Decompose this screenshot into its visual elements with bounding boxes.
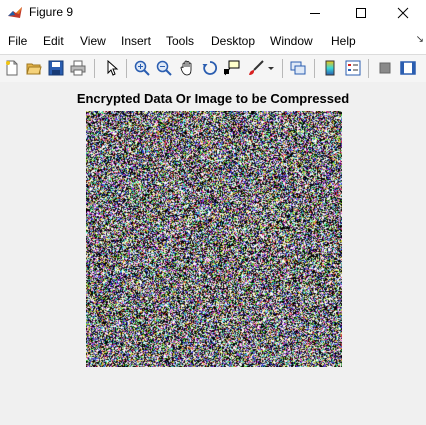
toolbar-separator xyxy=(126,59,127,78)
zoom-in-icon xyxy=(134,60,150,76)
edit-plot-button[interactable] xyxy=(101,58,121,78)
legend-button[interactable] xyxy=(343,58,363,78)
brush-dropdown-button[interactable] xyxy=(266,58,276,78)
toolbar-separator xyxy=(368,59,369,78)
minimize-button[interactable] xyxy=(292,0,338,26)
menu-view[interactable]: View xyxy=(80,34,106,48)
menu-file[interactable]: File xyxy=(8,34,27,48)
new-figure-icon xyxy=(6,60,18,76)
colorbar-icon xyxy=(325,60,335,76)
colorbar-button[interactable] xyxy=(320,58,340,78)
menu-window[interactable]: Window xyxy=(270,34,313,48)
show-plot-tools-icon xyxy=(400,61,416,75)
brush-icon xyxy=(249,60,264,75)
close-icon xyxy=(397,7,409,19)
pan-hand-icon xyxy=(180,60,192,76)
matlab-logo-icon xyxy=(7,5,23,21)
rotate-3d-button[interactable] xyxy=(200,58,220,78)
toolbar-separator xyxy=(282,59,283,78)
encrypted-noise-image[interactable] xyxy=(86,111,342,367)
save-icon xyxy=(48,60,64,76)
menu-bar: File Edit View Insert Tools Desktop Wind… xyxy=(0,26,426,54)
link-plot-icon xyxy=(290,61,306,75)
menu-edit[interactable]: Edit xyxy=(43,34,64,48)
legend-icon xyxy=(345,60,361,76)
pan-button[interactable] xyxy=(177,58,197,78)
rotate-3d-icon xyxy=(202,61,218,75)
menu-insert[interactable]: Insert xyxy=(121,34,151,48)
maximize-icon xyxy=(356,8,366,18)
zoom-out-button[interactable] xyxy=(154,58,174,78)
menu-tools[interactable]: Tools xyxy=(166,34,194,48)
window-title: Figure 9 xyxy=(29,5,74,19)
hide-plot-tools-icon xyxy=(379,62,391,74)
open-file-icon xyxy=(26,63,42,75)
menu-desktop[interactable]: Desktop xyxy=(211,34,255,48)
edit-plot-arrow-icon xyxy=(107,60,119,76)
dock-arrow-icon[interactable]: ↘ xyxy=(416,34,424,45)
show-plot-tools-button[interactable] xyxy=(398,58,418,78)
figure-area: Encrypted Data Or Image to be Compressed xyxy=(0,82,426,425)
hide-plot-tools-button[interactable] xyxy=(375,58,395,78)
figure-toolbar xyxy=(0,54,426,83)
brush-button[interactable] xyxy=(246,58,266,78)
data-cursor-icon xyxy=(224,60,240,76)
chevron-down-icon xyxy=(268,67,274,70)
minimize-icon xyxy=(310,13,320,14)
axes-title: Encrypted Data Or Image to be Compressed xyxy=(76,91,350,106)
window-titlebar: Figure 9 xyxy=(0,0,426,26)
close-button[interactable] xyxy=(380,0,426,26)
print-icon xyxy=(70,60,86,76)
toolbar-separator xyxy=(94,59,95,78)
maximize-button[interactable] xyxy=(338,0,384,26)
save-button[interactable] xyxy=(46,58,66,78)
new-figure-button[interactable] xyxy=(2,58,22,78)
zoom-in-button[interactable] xyxy=(132,58,152,78)
menu-help[interactable]: Help xyxy=(331,34,356,48)
toolbar-separator xyxy=(314,59,315,78)
data-cursor-button[interactable] xyxy=(222,58,242,78)
print-button[interactable] xyxy=(68,58,88,78)
link-plot-button[interactable] xyxy=(288,58,308,78)
zoom-out-icon xyxy=(156,60,172,76)
open-file-button[interactable] xyxy=(24,58,44,78)
